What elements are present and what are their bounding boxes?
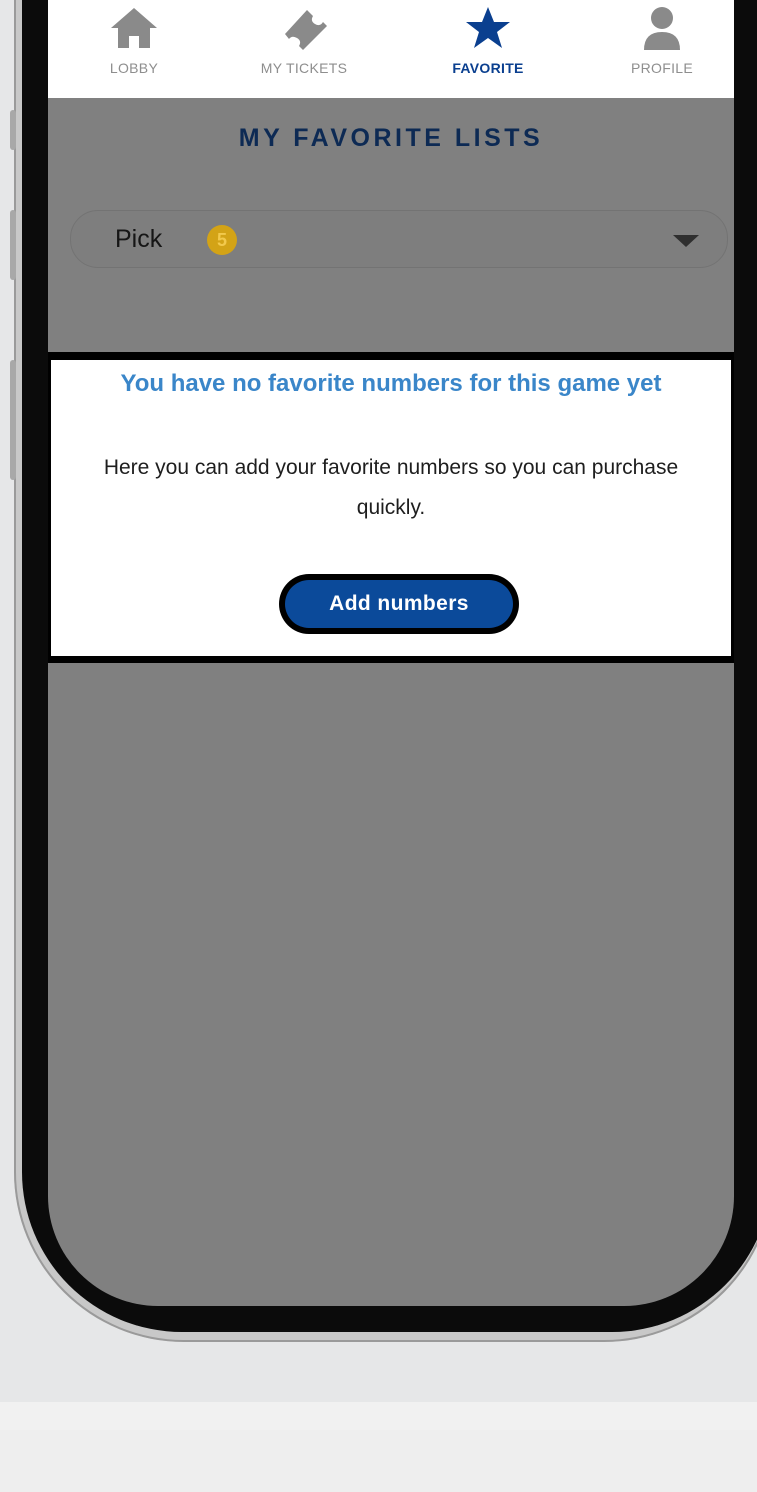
page-title: MY FAVORITE LISTS	[238, 124, 544, 152]
add-numbers-button[interactable]: Add numbers	[285, 580, 513, 628]
empty-state-message: Here you can add your favorite numbers s…	[103, 456, 679, 519]
nav-label-favorite: FAVORITE	[452, 60, 524, 76]
nav-label-lobby: LOBBY	[109, 60, 159, 76]
phone-side-button	[10, 210, 16, 280]
phone-side-button	[10, 360, 16, 480]
game-select-value: Pick	[115, 225, 163, 253]
app-screen: LOBBY MY TICKETS FAVORITE PROFILE MY FAV…	[48, 0, 734, 1306]
star-icon	[466, 7, 510, 48]
nav-item-my-tickets[interactable]: MY TICKETS	[234, 0, 374, 98]
home-icon	[111, 8, 157, 48]
phone-side-button	[10, 110, 16, 150]
ticket-icon	[285, 10, 327, 50]
nav-item-lobby[interactable]: LOBBY	[64, 0, 204, 98]
nav-item-favorite[interactable]: FAVORITE	[418, 0, 558, 98]
empty-state-card: You have no favorite numbers for this ga…	[48, 352, 734, 663]
empty-state-title: You have no favorite numbers for this ga…	[120, 370, 662, 397]
nav-label-my-tickets: MY TICKETS	[260, 60, 348, 76]
bottom-strip	[0, 1430, 757, 1492]
game-number-badge: 5	[207, 225, 237, 255]
chevron-down-icon	[673, 235, 699, 247]
profile-icon	[644, 7, 680, 50]
game-select-dropdown[interactable]: Pick 5	[70, 210, 728, 268]
nav-item-profile[interactable]: PROFILE	[592, 0, 732, 98]
add-numbers-button-outline: Add numbers	[279, 574, 519, 634]
nav-label-profile: PROFILE	[630, 60, 693, 76]
bottom-nav: LOBBY MY TICKETS FAVORITE PROFILE	[48, 0, 734, 98]
empty-state-content: You have no favorite numbers for this ga…	[51, 360, 731, 656]
